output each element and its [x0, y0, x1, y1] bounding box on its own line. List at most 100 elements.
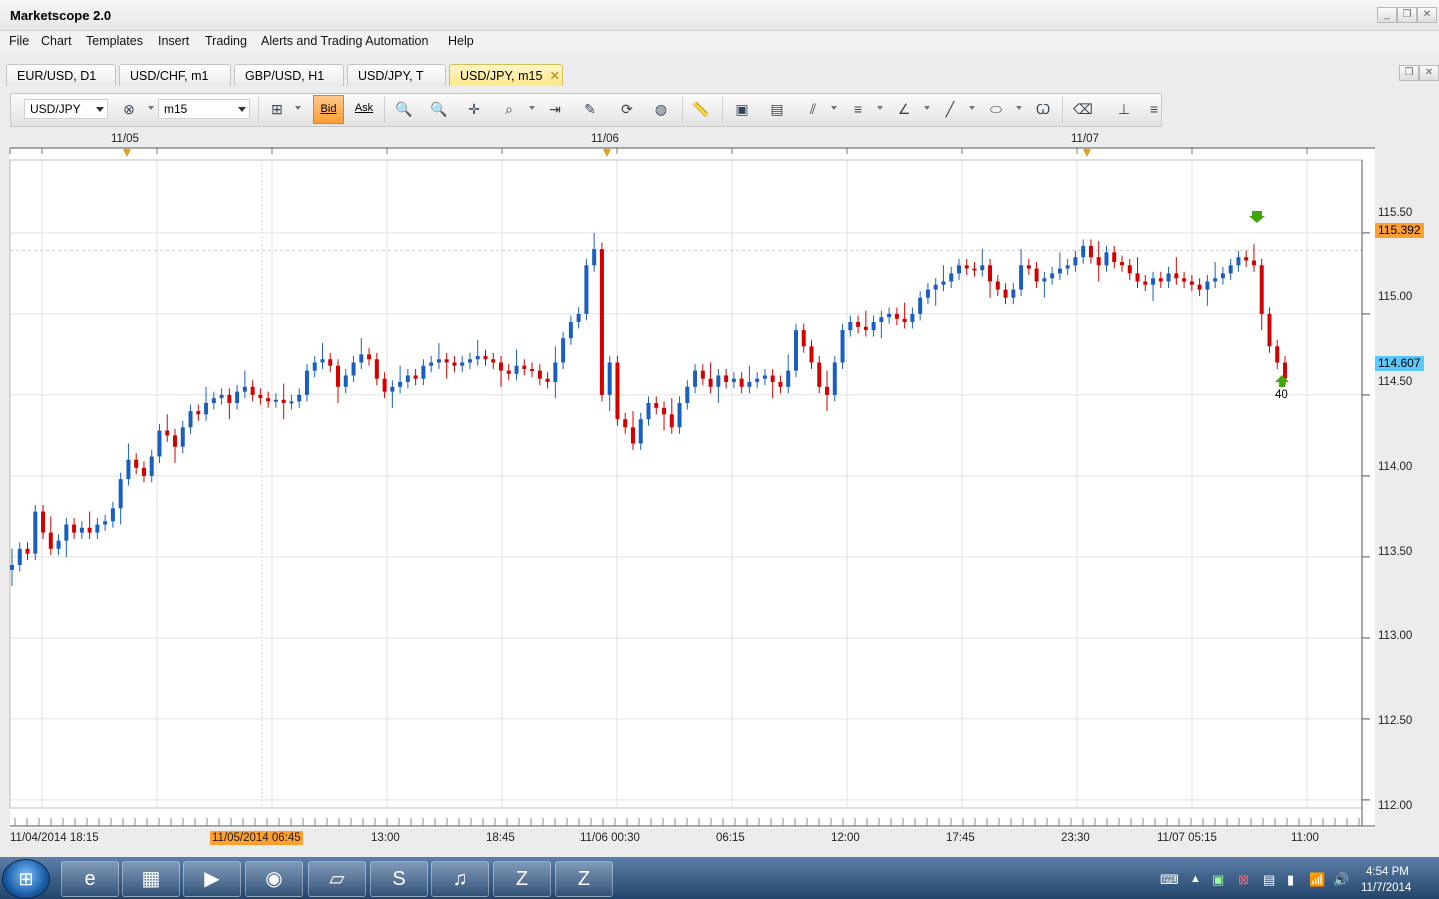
candle-body [41, 511, 46, 533]
candle-body [1151, 278, 1156, 285]
candle-body [312, 362, 317, 371]
sell-signal-arrow-icon [1249, 211, 1265, 223]
candle-body [436, 359, 441, 363]
y-tick-label: 114.50 [1378, 376, 1413, 388]
candle-body [211, 398, 216, 403]
y-tick-label: 113.50 [1378, 546, 1413, 558]
candle-body [467, 359, 472, 363]
candle-body [925, 289, 930, 298]
x-tick-label: 18:45 [486, 832, 515, 844]
security-tray-icon[interactable]: ⊠ [1238, 872, 1249, 888]
candle-body [444, 359, 449, 363]
candle-body [250, 386, 255, 395]
candle-body [491, 359, 496, 363]
candle-body [840, 330, 845, 363]
nvidia-tray-icon[interactable]: ▣ [1212, 872, 1224, 888]
candle-body [289, 401, 294, 404]
candle-body [662, 407, 667, 415]
candle-body [1220, 273, 1225, 279]
candle-body [25, 548, 30, 554]
candle-body [1104, 252, 1109, 266]
ie-taskbar-icon[interactable]: e [61, 861, 119, 897]
candle-body [817, 362, 822, 387]
candle-body [320, 359, 325, 363]
candle-body [110, 508, 115, 522]
x-tick-label: 11/07 05:15 [1157, 832, 1217, 844]
keyboard-icon[interactable]: ⌨ [1160, 872, 1179, 888]
chrome-taskbar-icon[interactable]: ◉ [245, 861, 303, 897]
candle-body [887, 313, 892, 318]
candle-body [630, 427, 635, 444]
music-taskbar-icon[interactable]: ♫ [431, 861, 489, 897]
clock-time[interactable]: 4:54 PM [1366, 866, 1409, 878]
candle-body [1251, 260, 1256, 266]
plot-border [9, 159, 1363, 809]
skype-taskbar-icon[interactable]: S [370, 861, 428, 897]
candle-body [716, 375, 721, 387]
candle-body [933, 284, 938, 290]
x-tick-label: 06:15 [716, 832, 745, 844]
power-tray-icon[interactable]: ▮ [1287, 872, 1294, 888]
y-tick-label: 112.00 [1378, 800, 1413, 812]
candle-body [297, 394, 302, 402]
y-tick-label: 115.50 [1378, 207, 1413, 219]
candle-body [553, 362, 558, 382]
candle-body [1267, 313, 1272, 347]
candle-body [390, 386, 395, 392]
candle-body [273, 399, 278, 402]
candle-body [149, 456, 154, 476]
notepad-taskbar-icon[interactable]: ▱ [308, 861, 366, 897]
candle-body [1174, 273, 1179, 279]
media-player-taskbar-icon[interactable]: ▶ [183, 861, 241, 897]
candle-body [770, 375, 775, 382]
candle-body [1127, 265, 1132, 274]
candle-body [398, 381, 403, 387]
candle-body [281, 399, 286, 403]
candle-body [336, 365, 341, 387]
candle-body [1143, 281, 1148, 285]
candle-body [328, 359, 333, 366]
candle-body [941, 281, 946, 285]
candle-body [421, 365, 426, 379]
candle-body [1182, 278, 1187, 282]
candle-body [48, 532, 53, 549]
candle-body [747, 381, 752, 387]
candle-body [1081, 245, 1086, 258]
candle-body [1275, 346, 1280, 363]
tray-expand-icon[interactable]: ▲ [1190, 873, 1201, 885]
candle-body [1213, 278, 1218, 282]
candle-body [367, 354, 372, 360]
candle-body [646, 403, 651, 420]
candle-body [1034, 268, 1039, 282]
candle-body [1197, 284, 1202, 290]
device-tray-icon[interactable]: ▤ [1263, 872, 1275, 888]
clock-date[interactable]: 11/7/2014 [1361, 882, 1411, 894]
candle-body [739, 378, 744, 387]
candle-body [1158, 278, 1163, 282]
start-button[interactable]: ⊞ [2, 859, 50, 899]
candle-body [700, 370, 705, 379]
candle-body [374, 359, 379, 379]
explorer-taskbar-icon[interactable]: ▦ [122, 861, 180, 897]
network-tray-icon[interactable]: 📶 [1309, 872, 1325, 888]
highlighted-time-label: 11/05/2014 06:45 [210, 831, 303, 845]
candle-body [1026, 265, 1031, 269]
candle-body [654, 403, 659, 408]
candlestick-chart [9, 147, 1375, 827]
candle-body [809, 346, 814, 363]
y-tick-label: 112.50 [1378, 715, 1413, 727]
candle-body [1189, 281, 1194, 285]
candle-body [87, 527, 92, 533]
candle-body [266, 398, 271, 402]
candle-body [599, 249, 604, 395]
marketscope-taskbar-icon[interactable]: Z [555, 861, 613, 897]
y-tick-label: 115.00 [1378, 291, 1413, 303]
candle-body [778, 381, 783, 387]
trading-app-taskbar-icon[interactable]: Z [493, 861, 551, 897]
candle-body [1019, 265, 1024, 290]
bid-price-tag: 114.607 [1375, 356, 1424, 371]
volume-tray-icon[interactable]: 🔊 [1333, 872, 1349, 888]
candle-body [359, 354, 364, 363]
candle-body [793, 330, 798, 371]
candle-body [522, 365, 527, 369]
